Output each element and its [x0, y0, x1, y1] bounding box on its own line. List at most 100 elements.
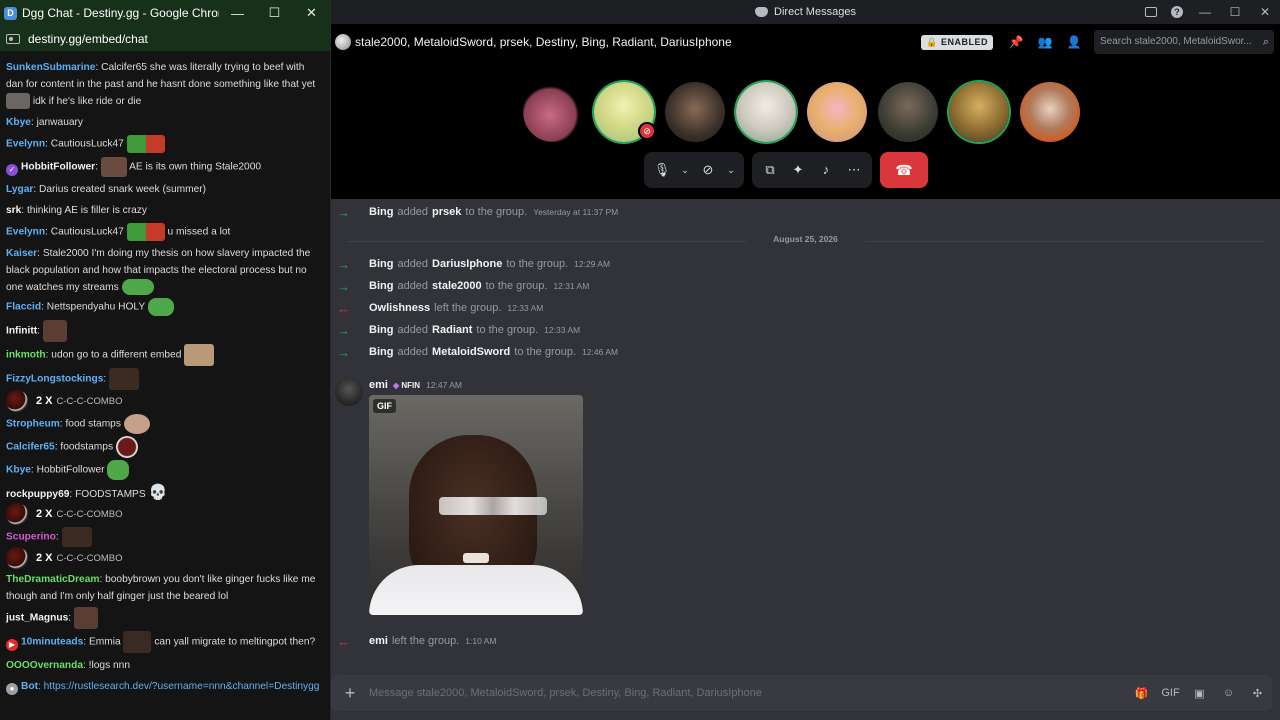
chat-username[interactable]: HobbitFollower: [21, 162, 95, 173]
message-placeholder[interactable]: Message stale2000, MetaloidSword, prsek,…: [369, 687, 1127, 699]
timestamp: 12:33 AM: [507, 303, 544, 313]
group-name[interactable]: stale2000, MetaloidSword, prsek, Destiny…: [355, 35, 732, 49]
camera-off-icon[interactable]: ⊘: [694, 156, 722, 184]
url-text[interactable]: destiny.gg/embed/chat: [28, 32, 148, 46]
sticker-icon[interactable]: ▣: [1185, 687, 1214, 700]
chat-link[interactable]: : https://rustlesearch.dev/?username=nnn…: [38, 681, 319, 692]
participant-avatar[interactable]: [1020, 82, 1080, 142]
enabled-label: ENABLED: [940, 36, 988, 47]
chat-message: SunkenSubmarine: Calcifer65 she was lite…: [6, 59, 324, 110]
search-placeholder: Search stale2000, MetaloidSwor...: [1100, 36, 1252, 47]
member-list-icon[interactable]: 👤: [1065, 34, 1083, 50]
chrome-titlebar: D Dgg Chat - Destiny.gg - Google Chrome …: [0, 0, 330, 26]
chat-username[interactable]: just_Magnus: [6, 613, 68, 624]
combo-emote-icon: [6, 503, 28, 525]
message-list[interactable]: → Bing added prsek to the group. Yesterd…: [331, 199, 1280, 671]
end-call-button[interactable]: ☎: [880, 152, 928, 188]
help-icon[interactable]: ?: [1171, 6, 1183, 18]
participant-avatar[interactable]: [736, 82, 796, 142]
participant-avatar[interactable]: [807, 82, 867, 142]
chevron-down-icon[interactable]: ⌄: [676, 156, 694, 184]
participant-avatar[interactable]: [949, 82, 1009, 142]
skull-icon: 💀: [148, 484, 168, 501]
chat-text: : janwauary: [30, 117, 84, 128]
emote-icon: [61, 527, 92, 547]
participant-avatar[interactable]: [523, 82, 583, 142]
chat-username[interactable]: Flaccid: [6, 302, 41, 313]
timestamp: 12:33 AM: [544, 325, 581, 335]
share-screen-icon[interactable]: ⧉: [756, 156, 784, 184]
actor-name[interactable]: Bing: [369, 206, 393, 218]
minimize-button[interactable]: —: [219, 6, 256, 21]
gift-icon[interactable]: 🎁: [1127, 687, 1156, 700]
chat-username[interactable]: OOOOvernanda: [6, 660, 83, 671]
chat-username[interactable]: Calcifer65: [6, 442, 55, 453]
chevron-down-icon[interactable]: ⌄: [722, 156, 740, 184]
chat-text: : thinking AE is filler is crazy: [21, 205, 147, 216]
chat-message: Scuperino:: [6, 527, 324, 547]
chrome-window: D Dgg Chat - Destiny.gg - Google Chrome …: [0, 0, 331, 720]
participant-avatar[interactable]: [665, 82, 725, 142]
close-button[interactable]: ✕: [1250, 5, 1280, 19]
chat-username[interactable]: 10minuteads: [21, 637, 83, 648]
activities-icon[interactable]: ✦: [784, 156, 812, 184]
emoji-icon[interactable]: ☺: [1214, 687, 1243, 699]
join-arrow-icon: →: [337, 344, 350, 360]
avatar[interactable]: [335, 378, 363, 406]
chat-username[interactable]: Stropheum: [6, 419, 60, 430]
chat-username[interactable]: Kbye: [6, 465, 31, 476]
search-input[interactable]: Search stale2000, MetaloidSwor... ⌕: [1094, 30, 1274, 54]
participant-avatar[interactable]: [878, 82, 938, 142]
timestamp: 12:46 AM: [582, 347, 618, 357]
date-divider: August 25, 2026: [331, 234, 1280, 248]
close-button[interactable]: ✕: [293, 5, 330, 21]
chat-username[interactable]: Evelynn: [6, 139, 45, 150]
target-name[interactable]: prsek: [432, 206, 461, 218]
pepe-emote-icon: [147, 298, 174, 316]
apps-icon[interactable]: ✣: [1243, 687, 1272, 700]
chat-username[interactable]: SunkenSubmarine: [6, 62, 95, 73]
address-bar[interactable]: destiny.gg/embed/chat: [0, 26, 330, 51]
gif-attachment[interactable]: GIF: [369, 395, 583, 615]
message-author[interactable]: emi: [369, 379, 388, 391]
gif-picker-icon[interactable]: GIF: [1156, 687, 1185, 699]
chat-username[interactable]: Kaiser: [6, 248, 37, 259]
chat-username[interactable]: FizzyLongstockings: [6, 374, 103, 385]
site-info-icon[interactable]: [6, 33, 20, 44]
chat-text: : Emmia: [83, 636, 121, 648]
chat-username[interactable]: rockpuppy69: [6, 489, 69, 500]
attach-plus-icon[interactable]: +: [331, 683, 369, 704]
chat-username[interactable]: srk: [6, 205, 21, 216]
soundboard-icon[interactable]: ♪: [812, 156, 840, 184]
chat-text: : udon go to a different embed: [45, 349, 182, 361]
chat-username[interactable]: Lygar: [6, 184, 33, 195]
chat-username[interactable]: Scuperino: [6, 532, 56, 543]
enabled-badge: 🔒 ENABLED: [921, 34, 993, 50]
pin-icon[interactable]: 📌: [1007, 34, 1025, 50]
chat-text: : food stamps: [59, 418, 121, 430]
window-title: Dgg Chat - Destiny.gg - Google Chrome: [22, 6, 219, 20]
message-input[interactable]: + Message stale2000, MetaloidSword, prse…: [331, 675, 1272, 711]
chat-username[interactable]: Bot: [21, 681, 38, 692]
chat-username[interactable]: TheDramaticDream: [6, 574, 99, 585]
chat-username[interactable]: Infinitt: [6, 326, 37, 337]
chat-message: Calcifer65: foodstamps: [6, 436, 324, 458]
chat-message: ▶ 10minuteads: Emmia can yall migrate to …: [6, 631, 324, 653]
timestamp: Yesterday at 11:37 PM: [533, 207, 619, 217]
minimize-button[interactable]: —: [1190, 5, 1220, 19]
guild-tag[interactable]: ◆ NFIN: [393, 381, 420, 390]
microphone-icon[interactable]: 🎙: [648, 156, 676, 184]
chat-username[interactable]: inkmoth: [6, 350, 46, 361]
more-options-icon[interactable]: ⋯: [840, 156, 868, 184]
maximize-button[interactable]: ☐: [256, 5, 293, 21]
chat-log[interactable]: SunkenSubmarine: Calcifer65 she was lite…: [0, 51, 330, 720]
chat-text: : FOODSTAMPS: [69, 489, 146, 500]
add-friends-icon[interactable]: 👥: [1036, 34, 1054, 50]
inbox-icon[interactable]: [1145, 7, 1157, 17]
chat-message: Evelynn: CautiousLuck47 u missed a lot: [6, 223, 324, 241]
combo-count: 2 X: [36, 394, 53, 407]
participant-avatar[interactable]: ⊘: [594, 82, 656, 142]
chat-username[interactable]: Evelynn: [6, 227, 45, 238]
chat-username[interactable]: Kbye: [6, 117, 31, 128]
maximize-button[interactable]: ☐: [1220, 5, 1250, 19]
